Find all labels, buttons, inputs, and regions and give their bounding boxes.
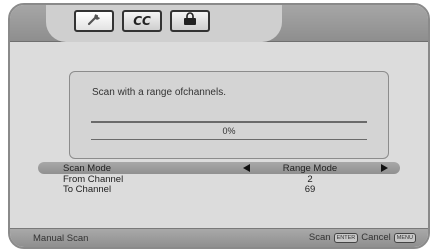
- scan-progress-bar: 0%: [91, 121, 367, 139]
- arrow-right-icon[interactable]: [381, 164, 388, 172]
- tab-closed-caption[interactable]: CC: [122, 10, 162, 32]
- to-channel-value[interactable]: 69: [250, 184, 370, 195]
- to-channel-label: To Channel: [63, 184, 112, 195]
- wrench-icon: [85, 12, 103, 31]
- enter-key-badge: ENTER: [333, 232, 359, 243]
- tab-setup[interactable]: [74, 10, 114, 32]
- tab-cc-label: CC: [133, 14, 151, 28]
- scan-progress-text: 0%: [222, 126, 236, 136]
- tab-bar: CC: [10, 5, 428, 42]
- status-bar: Manual Scan Scan ENTER Cancel MENU: [10, 228, 428, 247]
- scan-dialog: Scan with a range ofchannels. 0%: [69, 71, 389, 159]
- lock-icon: [182, 11, 198, 31]
- tab-lock[interactable]: [170, 10, 210, 32]
- menu-title: Manual Scan: [33, 233, 89, 244]
- tv-menu-frame: CC Scan with a range ofchannels. 0% Scan…: [8, 3, 430, 249]
- scan-message: Scan with a range ofchannels.: [92, 87, 226, 98]
- menu-key-badge: MENU: [393, 232, 416, 243]
- menu-body: Scan with a range ofchannels. 0% Scan Mo…: [10, 42, 428, 229]
- arrow-left-icon[interactable]: [243, 164, 250, 172]
- scan-hint-label: Scan: [308, 232, 331, 243]
- key-hints: Scan ENTER Cancel MENU: [309, 232, 416, 243]
- progress-bar-baseline: [91, 139, 367, 140]
- scan-mode-value[interactable]: Range Mode: [250, 163, 370, 174]
- scan-mode-label: Scan Mode: [63, 163, 112, 174]
- cancel-hint-label: Cancel: [361, 232, 391, 243]
